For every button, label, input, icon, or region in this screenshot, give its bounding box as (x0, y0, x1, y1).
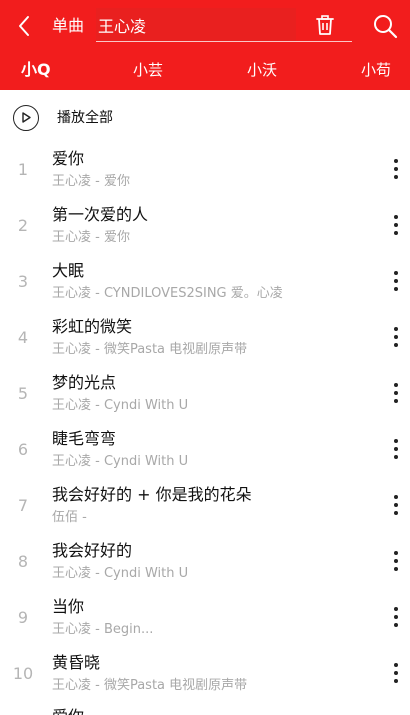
trash-icon (316, 15, 334, 35)
song-title: 睫毛弯弯 (52, 429, 117, 448)
more-options-icon[interactable] (388, 604, 404, 630)
track-number: 7 (17, 496, 29, 515)
clear-button[interactable] (312, 12, 338, 38)
more-options-icon[interactable] (388, 660, 404, 686)
more-options-icon[interactable] (388, 548, 404, 574)
search-field-box[interactable] (96, 8, 296, 42)
track-number: 9 (17, 608, 29, 627)
song-artist-album: 王心凌 - Cyndi With U (52, 398, 189, 413)
more-options-icon[interactable] (388, 212, 404, 238)
list-item-partial[interactable]: 爱你 (0, 700, 410, 715)
track-number: 10 (12, 664, 34, 683)
song-title: 我会好好的 (52, 541, 133, 560)
list-item[interactable]: 10 黄昏晓 王心凌 - 微笑Pasta 电视剧原声带 (0, 646, 410, 702)
song-artist-album: 王心凌 - CYNDILOVES2SING 爱。心凌 (52, 286, 283, 301)
list-item[interactable]: 9 当你 王心凌 - Begin... (0, 590, 410, 646)
list-item[interactable]: 5 梦的光点 王心凌 - Cyndi With U (0, 366, 410, 422)
list-item[interactable]: 2 第一次爱的人 王心凌 - 爱你 (0, 198, 410, 254)
more-options-icon[interactable] (388, 156, 404, 182)
more-options-icon[interactable] (388, 436, 404, 462)
song-title: 当你 (52, 597, 85, 616)
song-artist-album: 伍佰 - (52, 510, 87, 525)
source-tabs: 小Q 小芸 小沃 小苟 (0, 52, 410, 90)
track-number: 6 (17, 440, 29, 459)
list-item[interactable]: 6 睫毛弯弯 王心凌 - Cyndi With U (0, 422, 410, 478)
top-bar: 单曲 小Q 小芸 小沃 小苟 (0, 0, 410, 90)
list-item[interactable]: 8 我会好好的 王心凌 - Cyndi With U (0, 534, 410, 590)
back-button[interactable] (10, 10, 38, 42)
song-title: 第一次爱的人 (52, 205, 149, 224)
tab-xiao-gou[interactable]: 小苟 (361, 60, 391, 80)
song-title: 爱你 (52, 149, 85, 168)
play-all-label: 播放全部 (57, 110, 113, 126)
tab-xiao-wo[interactable]: 小沃 (247, 60, 277, 80)
song-title: 爱你 (52, 706, 84, 715)
more-options-icon[interactable] (388, 324, 404, 350)
song-artist-album: 王心凌 - Cyndi With U (52, 566, 189, 581)
song-title: 彩虹的微笑 (52, 317, 133, 336)
page-title: 单曲 (52, 16, 85, 35)
search-underline (96, 41, 352, 42)
search-button[interactable] (371, 12, 399, 40)
chevron-left-icon (19, 16, 29, 36)
song-title: 黄昏晓 (52, 653, 101, 672)
track-number: 4 (17, 328, 29, 347)
tab-xiao-q[interactable]: 小Q (21, 60, 51, 80)
more-options-icon[interactable] (388, 380, 404, 406)
song-artist-album: 王心凌 - 微笑Pasta 电视剧原声带 (52, 678, 248, 693)
tab-xiao-yun[interactable]: 小芸 (133, 60, 163, 80)
track-number: 8 (17, 552, 29, 571)
song-artist-album: 王心凌 - Cyndi With U (52, 454, 189, 469)
list-item[interactable]: 7 我会好好的 + 你是我的花朵 伍佰 - (0, 478, 410, 534)
song-artist-album: 王心凌 - 微笑Pasta 电视剧原声带 (52, 342, 248, 357)
song-title: 大眠 (52, 261, 85, 280)
list-item[interactable]: 1 爱你 王心凌 - 爱你 (0, 142, 410, 198)
track-number: 1 (17, 160, 29, 179)
play-all-button[interactable]: 播放全部 (0, 100, 410, 136)
song-title: 梦的光点 (52, 373, 117, 392)
search-icon (374, 15, 398, 39)
list-item[interactable]: 3 大眠 王心凌 - CYNDILOVES2SING 爱。心凌 (0, 254, 410, 310)
song-artist-album: 王心凌 - 爱你 (52, 174, 130, 189)
list-item[interactable]: 4 彩虹的微笑 王心凌 - 微笑Pasta 电视剧原声带 (0, 310, 410, 366)
more-options-icon[interactable] (388, 492, 404, 518)
play-circle-icon (13, 105, 39, 131)
song-artist-album: 王心凌 - 爱你 (52, 230, 130, 245)
search-input[interactable] (96, 8, 296, 42)
track-number: 3 (17, 272, 29, 291)
song-title: 我会好好的 + 你是我的花朵 (52, 485, 252, 504)
track-number: 2 (17, 216, 29, 235)
track-number: 5 (17, 384, 29, 403)
more-options-icon[interactable] (388, 268, 404, 294)
song-artist-album: 王心凌 - Begin... (52, 622, 154, 637)
